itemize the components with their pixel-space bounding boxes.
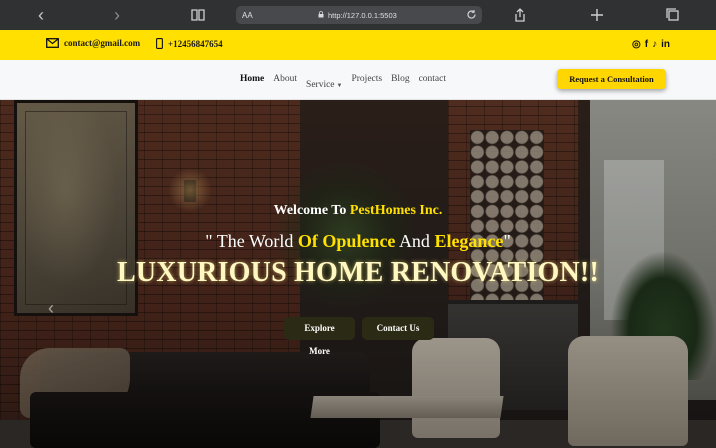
email-contact[interactable]: contact@gmail.com — [46, 38, 140, 48]
mobile-phone-icon — [156, 38, 163, 49]
url-text: http://127.0.0.1:5503 — [328, 10, 397, 20]
tiktok-icon[interactable]: ♪ — [652, 39, 657, 50]
tagline-highlight-elegance: Elegance — [434, 231, 504, 251]
phone-contact[interactable]: +12456847654 — [156, 38, 223, 49]
tagline-close: " — [503, 231, 511, 251]
social-links: ◎ f ♪ in — [632, 39, 670, 50]
reload-icon[interactable] — [465, 8, 478, 21]
nav-about[interactable]: About — [273, 74, 297, 92]
back-arrow-icon[interactable]: ‹ — [38, 5, 44, 25]
nav-home[interactable]: Home — [240, 74, 264, 92]
reader-book-icon[interactable] — [190, 7, 206, 23]
chevron-down-icon: ▼ — [336, 83, 343, 89]
request-consultation-button[interactable]: Request a Consultation — [557, 69, 666, 89]
address-bar[interactable]: AA http://127.0.0.1:5503 — [236, 6, 482, 24]
text-size-button[interactable]: AA — [242, 11, 253, 20]
nav-contact[interactable]: contact — [419, 74, 446, 92]
share-icon[interactable] — [512, 7, 528, 23]
contact-topbar: contact@gmail.com +12456847654 ◎ f ♪ in — [0, 30, 716, 60]
tagline-mid: And — [398, 231, 430, 251]
lock-icon — [318, 11, 324, 18]
nav-projects[interactable]: Projects — [351, 74, 382, 92]
hero-tagline: " The World Of Opulence And Elegance" — [0, 231, 716, 252]
hero-brand-name: PestHomes Inc. — [349, 203, 443, 218]
tagline-highlight-opulence: Of Opulence — [297, 231, 396, 251]
hero-welcome-line: Welcome To PestHomes Inc. — [0, 203, 716, 219]
email-text: contact@gmail.com — [64, 38, 141, 48]
nav-blog[interactable]: Blog — [391, 74, 409, 92]
nav-service-label: Service — [306, 80, 335, 90]
contact-us-button[interactable]: Contact Us — [362, 317, 434, 340]
browser-toolbar: ‹ › AA http://127.0.0.1:5503 — [0, 0, 716, 30]
tagline-open: " The World — [205, 231, 294, 251]
envelope-icon — [46, 38, 59, 48]
tabs-overview-icon[interactable] — [665, 7, 681, 23]
hero-title: LUXURIOUS HOME RENOVATION!! — [117, 257, 599, 288]
facebook-icon[interactable]: f — [645, 39, 648, 50]
hero-welcome-prefix: Welcome To — [273, 203, 347, 218]
nav-links: Home About Service ▼ Projects Blog contac… — [240, 74, 446, 92]
carousel-prev-arrow-icon[interactable]: ‹ — [48, 298, 54, 319]
explore-more-button[interactable]: Explore More — [284, 317, 355, 356]
instagram-icon[interactable]: ◎ — [632, 39, 641, 50]
forward-arrow-icon[interactable]: › — [114, 5, 120, 25]
new-tab-plus-icon[interactable] — [589, 7, 605, 23]
linkedin-icon[interactable]: in — [661, 39, 670, 50]
phone-text: +12456847654 — [168, 38, 223, 49]
nav-service[interactable]: Service ▼ — [306, 74, 342, 92]
